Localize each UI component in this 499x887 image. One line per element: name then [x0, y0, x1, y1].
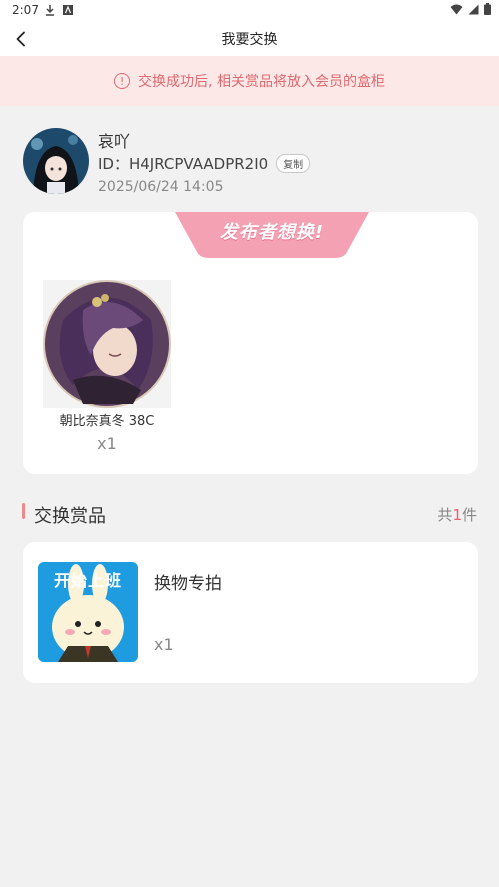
prize-count-suffix: 件: [461, 506, 477, 524]
prize-count-prefix: 共: [437, 506, 453, 524]
notice-text: 交换成功后, 相关赏品将放入会员的盒柜: [138, 74, 385, 90]
section-accent-bar: [22, 503, 25, 519]
wanted-item-name: 朝比奈真冬 38C: [59, 414, 155, 429]
status-right: [450, 3, 491, 15]
battery-icon: [484, 3, 491, 15]
page-title: 我要交换: [221, 32, 278, 48]
user-id-row: ID：H4JRCPVAADPR2I0 复制: [98, 153, 311, 174]
wanted-item-image[interactable]: [43, 280, 171, 408]
prize-image[interactable]: 开始上班: [38, 562, 138, 662]
app-header: 我要交换: [0, 22, 499, 56]
prize-qty: x1: [154, 635, 174, 654]
status-bar: 2:07: [0, 0, 499, 22]
ribbon-text: 发布者想换!: [219, 222, 325, 243]
user-id: ID：H4JRCPVAADPR2I0: [98, 155, 269, 173]
notice-banner: ! 交换成功后, 相关赏品将放入会员的盒柜: [0, 56, 499, 106]
wanted-item-qty: x1: [97, 434, 117, 453]
username: 哀吖: [98, 132, 131, 151]
prize-count-number: 1: [452, 506, 462, 524]
prize-card[interactable]: 开始上班 换物专拍 x1: [23, 542, 478, 683]
download-icon: [46, 5, 54, 16]
exchange-datetime: 2025/06/24 14:05: [98, 179, 224, 195]
prize-name: 换物专拍: [154, 574, 222, 594]
section-title: 交换赏品: [34, 506, 106, 527]
status-time: 2:07: [12, 3, 39, 17]
info-icon: !: [114, 73, 131, 89]
wifi-icon: [450, 4, 463, 14]
avatar[interactable]: [23, 128, 89, 194]
prize-image-text: 开始上班: [53, 571, 122, 590]
publisher-wants-card: 发布者想换! 朝比奈真冬 38C x1: [23, 212, 478, 474]
prize-count: 共1件: [437, 504, 477, 525]
copy-button[interactable]: 复制: [276, 154, 311, 173]
app-notification-icon: [63, 5, 73, 15]
cellular-signal-icon: [468, 4, 479, 14]
